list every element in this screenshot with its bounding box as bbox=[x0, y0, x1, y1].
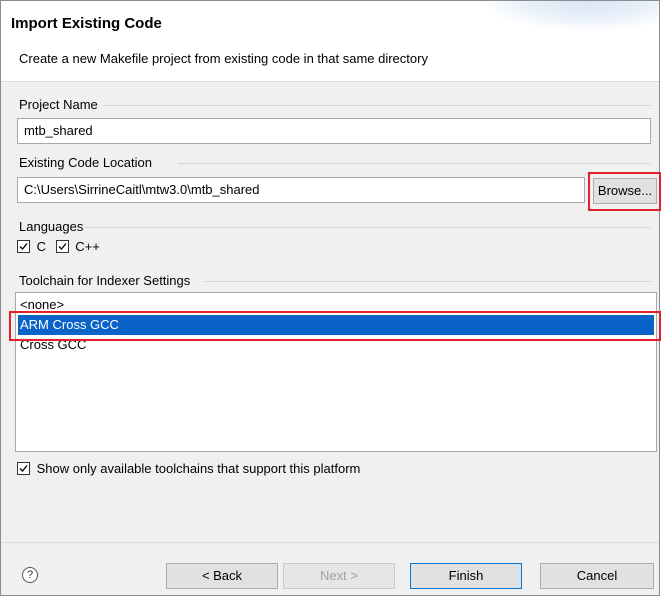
import-existing-code-dialog: Import Existing Code Create a new Makefi… bbox=[0, 0, 661, 596]
check-icon bbox=[19, 243, 28, 251]
dialog-subtitle: Create a new Makefile project from exist… bbox=[19, 51, 428, 66]
code-location-input[interactable]: C:\Users\SirrineCaitl\mtw3.0\mtb_shared bbox=[17, 177, 585, 203]
back-button[interactable]: < Back bbox=[166, 563, 278, 589]
dialog-title: Import Existing Code bbox=[11, 15, 162, 32]
languages-separator bbox=[85, 227, 651, 228]
code-location-separator bbox=[178, 163, 651, 164]
toolchain-filter-checkbox[interactable] bbox=[17, 462, 30, 476]
cpp-checkbox-label: C++ bbox=[75, 239, 100, 255]
code-location-label: Existing Code Location bbox=[19, 155, 152, 170]
toolchain-filter-row: Show only available toolchains that supp… bbox=[17, 460, 360, 476]
cancel-button[interactable]: Cancel bbox=[540, 563, 654, 589]
header-decoration bbox=[479, 1, 659, 31]
languages-label: Languages bbox=[19, 219, 84, 234]
c-checkbox[interactable] bbox=[17, 240, 30, 254]
project-name-separator bbox=[103, 105, 651, 106]
dialog-header: Import Existing Code Create a new Makefi… bbox=[1, 1, 659, 82]
toolchain-item-none[interactable]: <none> bbox=[18, 295, 654, 315]
footer-separator bbox=[1, 542, 659, 543]
toolchain-item-arm-cross-gcc[interactable]: ARM Cross GCC bbox=[18, 315, 654, 335]
cpp-checkbox[interactable] bbox=[55, 240, 69, 254]
project-name-input[interactable]: mtb_shared bbox=[17, 118, 651, 144]
finish-button[interactable]: Finish bbox=[410, 563, 522, 589]
languages-checkboxes: C C++ bbox=[17, 238, 100, 254]
toolchain-separator bbox=[204, 281, 651, 282]
help-icon[interactable]: ? bbox=[22, 567, 38, 583]
toolchain-list[interactable]: <none> ARM Cross GCC Cross GCC bbox=[15, 292, 657, 452]
toolchain-filter-label: Show only available toolchains that supp… bbox=[36, 461, 361, 477]
next-button[interactable]: Next > bbox=[283, 563, 395, 589]
toolchain-item-cross-gcc[interactable]: Cross GCC bbox=[18, 335, 654, 355]
c-checkbox-label: C bbox=[36, 239, 47, 255]
toolchain-label: Toolchain for Indexer Settings bbox=[19, 273, 191, 288]
check-icon bbox=[58, 243, 67, 251]
check-icon bbox=[19, 465, 28, 473]
browse-button[interactable]: Browse... bbox=[593, 178, 657, 204]
project-name-label: Project Name bbox=[19, 97, 98, 112]
